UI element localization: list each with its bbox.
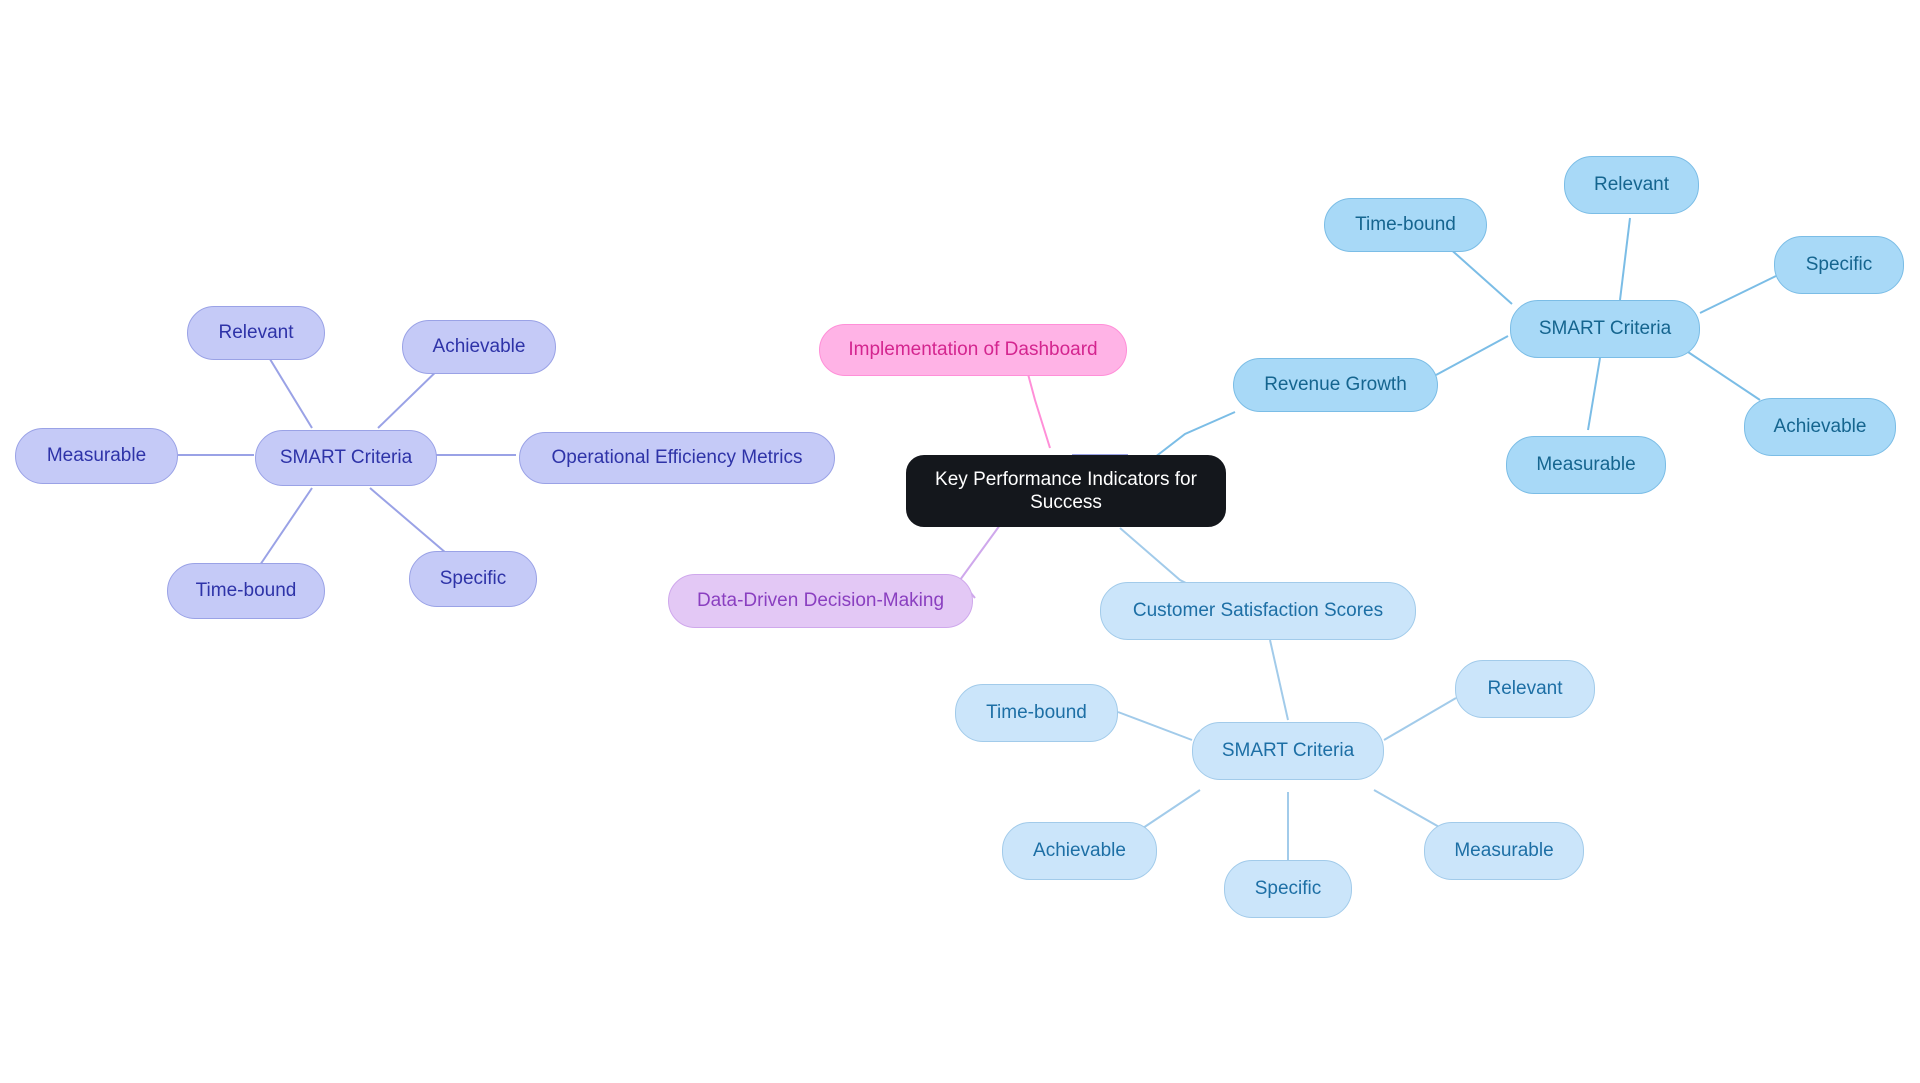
top-right-leaf-achievable[interactable]: Achievable bbox=[1744, 398, 1896, 456]
edge-smarttopright-timebound bbox=[1446, 245, 1513, 305]
mindmap-canvas: Key Performance Indicators for Success O… bbox=[0, 0, 1920, 1083]
branch-customer-satisfaction-scores[interactable]: Customer Satisfaction Scores bbox=[1100, 582, 1416, 640]
branch-revenue-growth[interactable]: Revenue Growth bbox=[1233, 358, 1438, 412]
edge-smartbottom-timebound bbox=[1117, 711, 1193, 741]
top-right-leaf-measurable[interactable]: Measurable bbox=[1506, 436, 1666, 494]
bottom-leaf-measurable[interactable]: Measurable bbox=[1424, 822, 1584, 880]
top-right-leaf-specific[interactable]: Specific bbox=[1774, 236, 1904, 294]
left-leaf-achievable[interactable]: Achievable bbox=[402, 320, 556, 374]
branch-data-driven-decision-making[interactable]: Data-Driven Decision-Making bbox=[668, 574, 973, 628]
bottom-leaf-achievable[interactable]: Achievable bbox=[1002, 822, 1157, 880]
edge-customer-smartbottom bbox=[1269, 639, 1289, 721]
bottom-leaf-time-bound[interactable]: Time-bound bbox=[955, 684, 1118, 742]
edge-root-dashboard bbox=[1027, 373, 1051, 449]
edge-smartleft-specific bbox=[369, 487, 447, 554]
edge-smartbottom-relevant bbox=[1383, 697, 1457, 741]
edge-smarttopright-specific bbox=[1699, 275, 1777, 314]
left-leaf-time-bound[interactable]: Time-bound bbox=[167, 563, 325, 619]
edge-smartleft-timebound bbox=[259, 487, 313, 566]
bottom-leaf-relevant[interactable]: Relevant bbox=[1455, 660, 1595, 718]
left-leaf-relevant[interactable]: Relevant bbox=[187, 306, 325, 360]
bottom-leaf-specific[interactable]: Specific bbox=[1224, 860, 1352, 918]
left-leaf-measurable[interactable]: Measurable bbox=[15, 428, 178, 484]
edge-smartbottom-achievable bbox=[1139, 789, 1201, 831]
edge-revenue-smarttopright bbox=[1435, 335, 1509, 376]
smart-criteria-top-right[interactable]: SMART Criteria bbox=[1510, 300, 1700, 358]
edge-smarttopright-measurable bbox=[1587, 357, 1601, 431]
branch-operational-efficiency-metrics[interactable]: Operational Efficiency Metrics bbox=[519, 432, 835, 484]
root-node[interactable]: Key Performance Indicators for Success bbox=[906, 455, 1226, 527]
branch-implementation-of-dashboard[interactable]: Implementation of Dashboard bbox=[819, 324, 1127, 376]
smart-criteria-bottom[interactable]: SMART Criteria bbox=[1192, 722, 1384, 780]
top-right-leaf-relevant[interactable]: Relevant bbox=[1564, 156, 1699, 214]
left-leaf-specific[interactable]: Specific bbox=[409, 551, 537, 607]
top-right-leaf-time-bound[interactable]: Time-bound bbox=[1324, 198, 1487, 252]
edge-smarttopright-achievable bbox=[1687, 351, 1761, 401]
smart-criteria-left[interactable]: SMART Criteria bbox=[255, 430, 437, 486]
edge-smarttopright-relevant bbox=[1619, 217, 1631, 301]
